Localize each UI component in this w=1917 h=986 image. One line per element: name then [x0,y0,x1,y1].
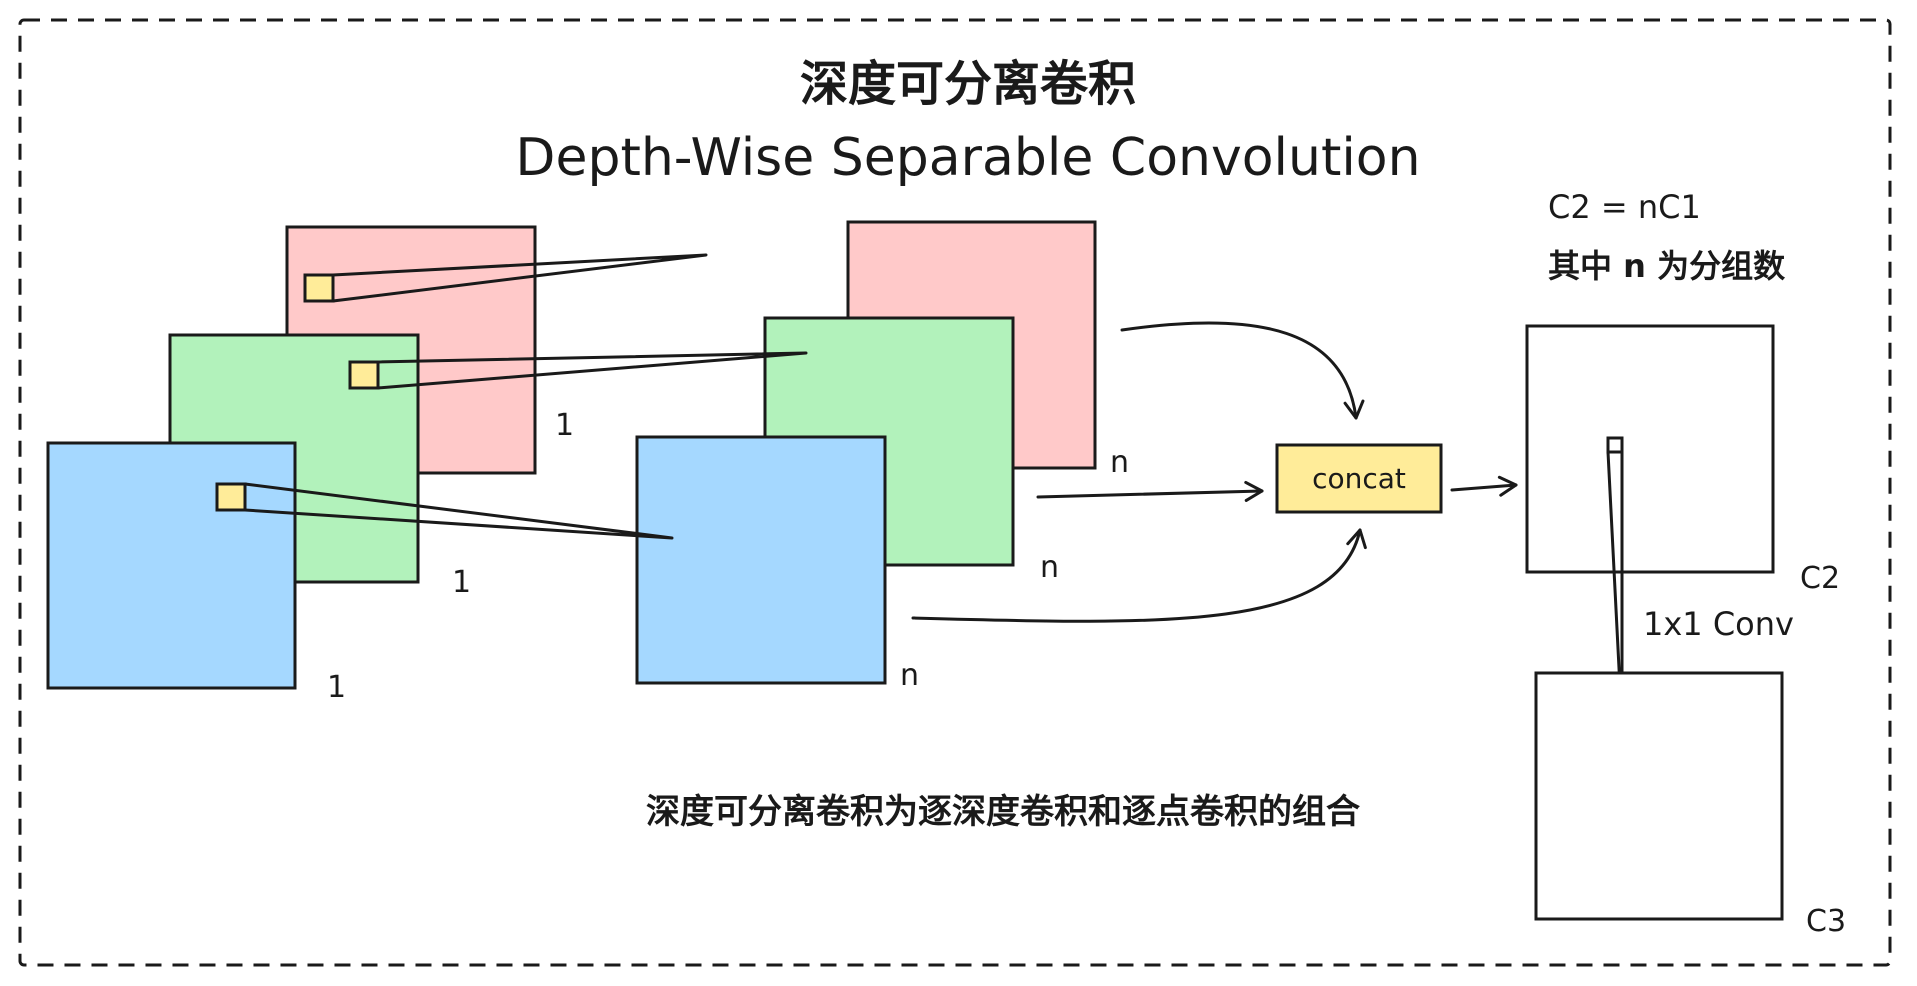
kernel-green [348,360,380,390]
concat-block: concat [1275,443,1443,514]
formula-line-1: C2 = nC1 [1548,188,1701,226]
input-red-channel-label: 1 [555,408,574,443]
depthwise-separable-convolution-diagram: 深度可分离卷积 Depth-Wise Separable Convolution… [18,18,1892,967]
output-blue-channel-label: n [900,658,919,693]
c2-label: C2 [1800,561,1840,596]
input-green-channel-label: 1 [452,565,471,600]
arrow-red-to-concat [1120,321,1365,420]
kernel-blue [215,482,247,512]
c3-feature-map [1534,671,1784,921]
input-blue-channel-label: 1 [327,670,346,705]
input-map-blue [46,441,297,690]
arrow-concat-to-c2 [1450,475,1518,497]
input-feature-maps [46,225,537,690]
concat-label: concat [1312,462,1406,495]
caption: 深度可分离卷积为逐深度卷积和逐点卷积的组合 [646,792,1360,832]
title-english: Depth-Wise Separable Convolution [515,128,1420,188]
c3-label: C3 [1806,904,1846,939]
output-map-blue [635,435,887,685]
kernel-red [303,273,335,303]
arrow-green-to-concat [1036,480,1264,502]
title-chinese: 深度可分离卷积 [800,56,1136,112]
formula-line-2: 其中 n 为分组数 [1548,247,1786,285]
pointwise-kernel [1606,436,1624,454]
pointwise-conv-label: 1x1 Conv [1643,605,1794,643]
output-green-channel-label: n [1040,550,1059,585]
output-feature-maps [635,220,1097,685]
output-red-channel-label: n [1110,445,1129,480]
c2-feature-map [1525,324,1775,574]
